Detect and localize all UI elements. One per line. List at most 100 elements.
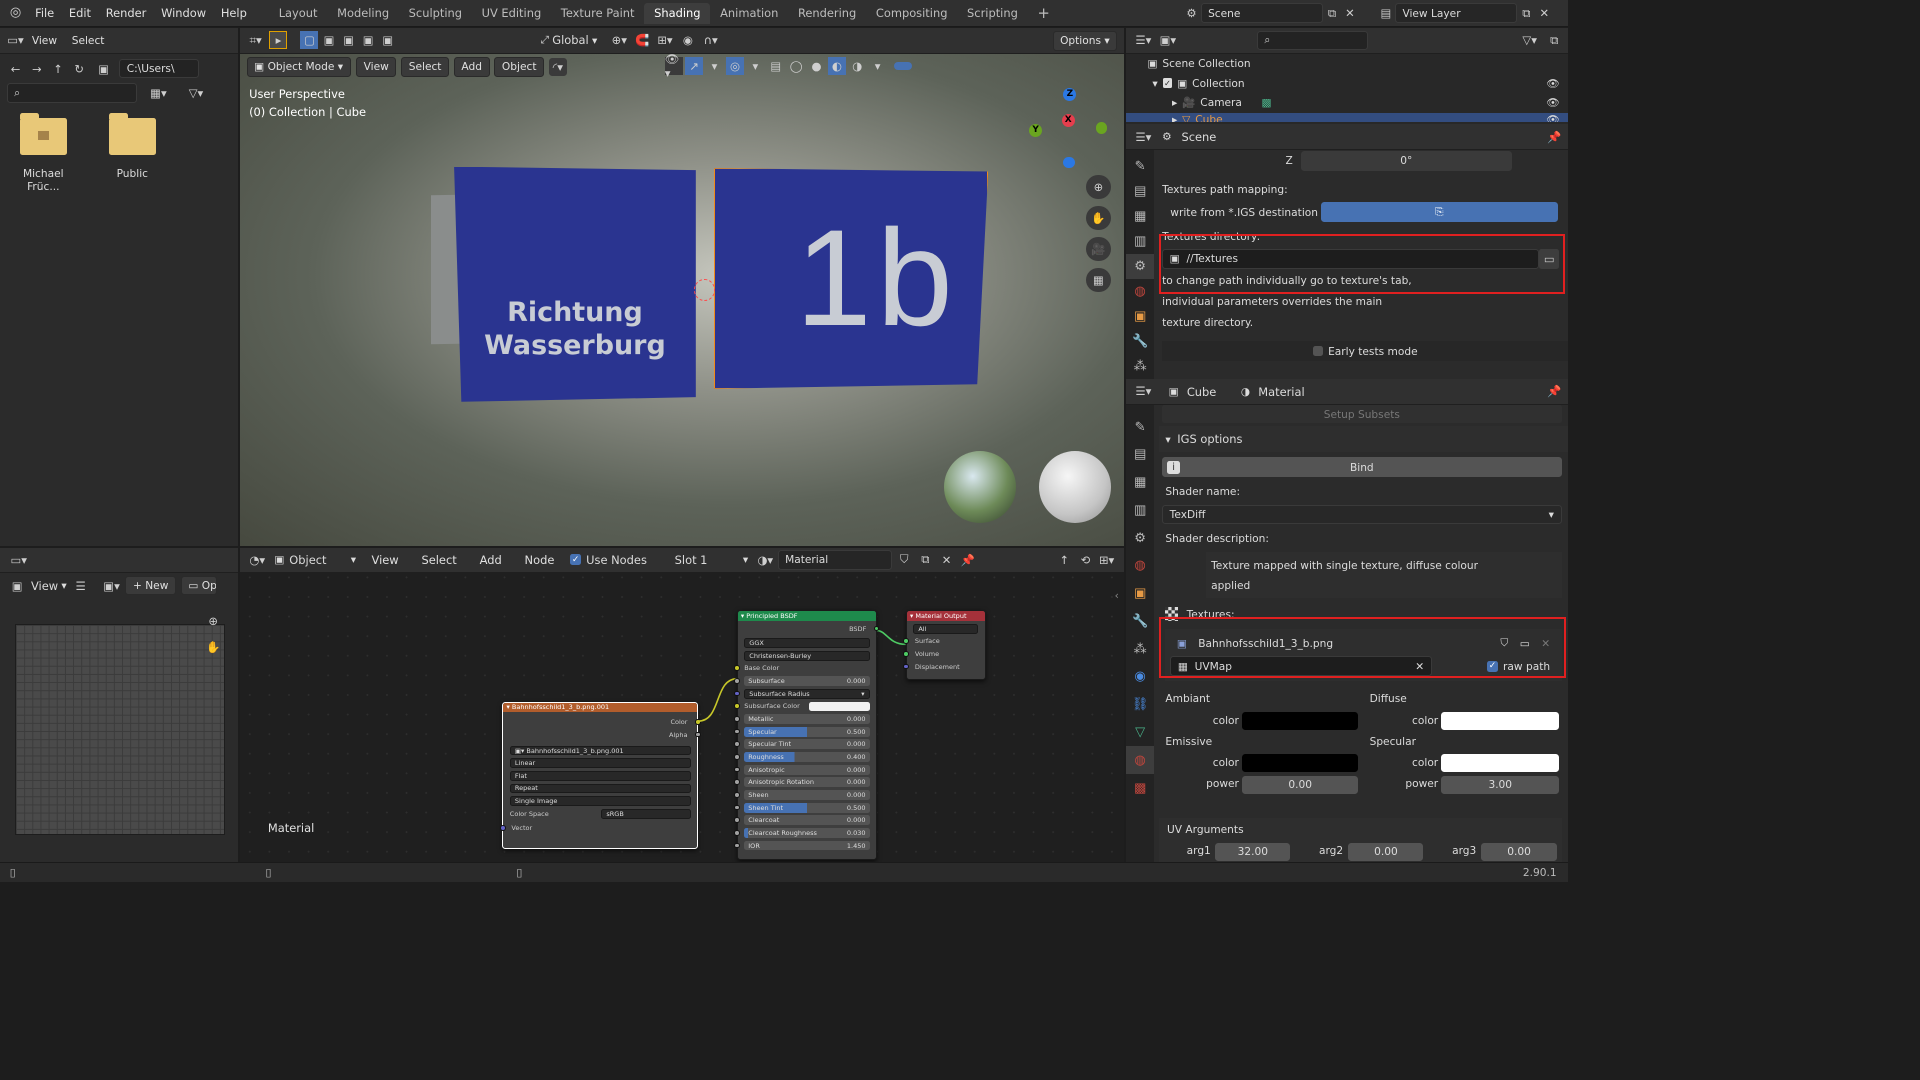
menu-help[interactable]: Help [213,0,254,26]
use-nodes-checkbox[interactable]: ✓ Use Nodes [569,553,647,567]
outliner-row-scene-collection[interactable]: ▣ Scene Collection [1126,54,1568,74]
view-layer-tab-icon[interactable]: ▥ [1126,229,1154,254]
socket-input[interactable] [734,829,741,836]
bsdf-input-slider[interactable]: Sheen Tint 0.500 [744,802,870,813]
world-tab-icon[interactable]: ◍ [1126,279,1154,304]
pan-hand-icon[interactable]: ✋ [204,638,222,656]
early-tests-checkbox[interactable]: Early tests mode [1162,341,1569,361]
particles-tab-icon[interactable]: ⁂ [1126,635,1154,663]
vp-menu-add[interactable]: Add [453,57,490,77]
file-item[interactable]: Public [100,112,165,180]
shading-solid-icon[interactable]: ● [808,57,826,75]
bsdf-input-slider[interactable]: Anisotropic 0.000 [744,764,870,775]
image-browse-icon[interactable]: ▣▾ [103,577,121,595]
world-tab-icon[interactable]: ◍ [1126,552,1154,580]
view-icon[interactable]: ▣ [8,577,26,595]
material-tab-icon[interactable]: ◍ [1126,746,1154,775]
tab-layout[interactable]: Layout [269,3,327,24]
gizmo-neg-z[interactable] [1063,156,1075,169]
tab-shading[interactable]: Shading [644,2,711,24]
gizmo-y-axis[interactable]: Y [1029,124,1043,138]
socket-volume[interactable] [903,651,910,657]
image-node-header[interactable]: ▾ Bahnhofsschild1_3_b.png.001 [503,702,698,713]
pivot-icon[interactable]: ⊕▾ [610,31,628,49]
diffuse-color-swatch[interactable] [1441,711,1560,730]
view-layer-field[interactable]: View Layer [1394,3,1518,23]
camera-view-icon[interactable]: 🎥 [1086,236,1111,262]
editor-type-icon[interactable]: ▭▾ [10,551,28,569]
gp-icon[interactable]: ◜▾ [548,57,567,76]
file-search-input[interactable]: ⌕ [6,83,138,103]
igs-options-panel-header[interactable]: ▾ IGS options [1158,426,1569,453]
socket-input[interactable] [734,779,741,785]
bsdf-input-slider[interactable]: Metallic 0.000 [744,714,870,724]
bsdf-input-slider[interactable]: Roughness 0.400 [744,752,870,762]
ne-menu-select[interactable]: Select [414,548,464,572]
proportional-edit-icon[interactable]: ◉ [679,31,697,49]
sign-right-selected[interactable]: 1b [713,168,989,389]
snap-icon[interactable]: 🧲 [633,31,651,49]
extension-select[interactable]: Repeat [509,783,691,794]
socket-surface[interactable] [903,638,910,645]
ne-menu-view[interactable]: View [364,548,406,572]
ne-menu-add[interactable]: Add [472,548,509,572]
xray-icon[interactable]: ▤ [767,57,785,75]
parent-dir-icon[interactable]: ↑ [49,60,67,78]
eye-icon[interactable]: 👁 [1546,113,1559,123]
material-field[interactable]: Material [777,549,892,570]
select-invert-icon[interactable]: ▣ [359,31,377,49]
arg2-field[interactable]: 0.00 [1348,842,1424,861]
display-mode-icon[interactable]: ▦▾ [142,84,175,102]
socket-input[interactable] [734,842,741,849]
physics-tab-icon[interactable]: ◉ [1126,663,1154,691]
close-icon[interactable]: ✕ [938,551,956,569]
modifier-tab-icon[interactable]: 🔧 [1126,329,1154,354]
scene-field[interactable]: Scene [1200,3,1324,23]
node-editor[interactable]: ◔▾ ▣ Object ▾ View Select Add Node ✓ Use No… [240,548,1124,863]
socket-input[interactable] [734,678,741,684]
menu-render[interactable]: Render [98,0,153,26]
editor-type-icon[interactable]: ☰▾ [1134,383,1152,401]
material-sphere-icon[interactable]: ◑▾ [756,551,774,569]
tab-scripting[interactable]: Scripting [957,3,1027,24]
editor-type-icon[interactable]: ☰▾ [1134,31,1152,49]
options-button[interactable]: Options ▾ [1052,31,1118,51]
outliner-row-collection[interactable]: ▾ ✓ ▣ Collection 👁 [1126,73,1568,93]
color-space-select[interactable]: sRGB [601,808,691,819]
fake-user-shield-icon[interactable]: ⛉ [895,551,913,569]
socket-displacement[interactable] [903,663,910,670]
menu-window[interactable]: Window [154,0,214,26]
zoom-icon[interactable]: ⊕ [204,612,222,630]
output-tab-icon[interactable]: ▦ [1126,204,1154,229]
gizmo-z-axis[interactable]: Z [1063,88,1077,102]
hamburger-icon[interactable]: ☰ [72,577,90,595]
outliner-row-cube[interactable]: ▸ ▽ Cube 👁 [1126,112,1569,123]
bsdf-input-slider[interactable]: Specular Tint 0.000 [744,739,870,750]
shading-material-icon[interactable]: ◐ [827,57,846,76]
falloff-icon[interactable]: ∩▾ [702,31,720,49]
shading-wire-icon[interactable]: ◯ [787,57,805,75]
ie-menu-view[interactable]: View ▾ [31,579,67,593]
socket-bsdf[interactable] [873,625,880,632]
socket-input[interactable] [734,766,741,773]
chevron-down-icon[interactable]: ▾ [1152,77,1157,90]
gizmo-neg-y[interactable] [1096,122,1108,134]
sign-left[interactable]: Richtung Wasserburg [454,166,696,402]
object-tab-icon[interactable]: ▣ [1126,580,1154,608]
source-select[interactable]: Single Image [509,796,691,807]
chevron-right-icon[interactable]: ▸ [1172,113,1177,123]
pin-icon[interactable]: 📌 [1545,128,1563,146]
editor-type-icon[interactable]: ▭▾ [7,31,25,49]
select-tool-icon[interactable]: ▸ [269,31,288,50]
overlay-toggle-icon[interactable]: ◎ [725,57,744,76]
fb-menu-select[interactable]: Select [64,27,111,53]
slot-select[interactable]: Slot 1 ▾ [675,553,749,567]
tab-rendering[interactable]: Rendering [788,3,866,24]
collapse-arrow-icon[interactable]: ‹ [1115,589,1119,602]
image-texture-node[interactable]: ▾ Bahnhofsschild1_3_b.png.001 Color Alph… [500,701,701,849]
arg1-field[interactable]: 32.00 [1215,842,1291,861]
shading-rendered-icon[interactable]: ◑ [848,57,866,75]
filter-icon[interactable]: ▽▾ [1521,31,1539,49]
select-intersect-icon[interactable]: ▣ [379,31,397,49]
eye-icon[interactable]: 👁 [1546,96,1559,109]
